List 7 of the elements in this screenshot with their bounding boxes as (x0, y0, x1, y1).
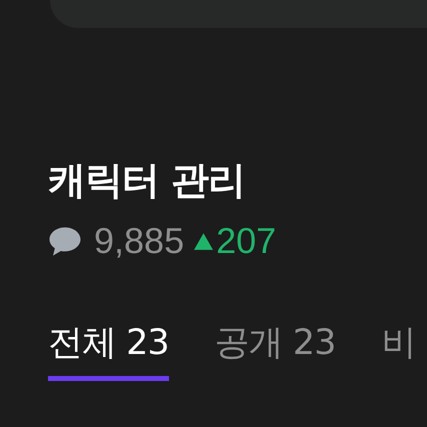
tab[interactable]: 전체 23 (48, 319, 169, 381)
tab[interactable]: 비 (381, 319, 416, 381)
comment-icon (48, 226, 82, 256)
page-title: 캐릭터 관리 (48, 157, 246, 204)
tab[interactable]: 공개 23 (214, 319, 336, 381)
comment-change: 207 (216, 220, 276, 262)
comment-count: 9,885 (94, 220, 184, 262)
